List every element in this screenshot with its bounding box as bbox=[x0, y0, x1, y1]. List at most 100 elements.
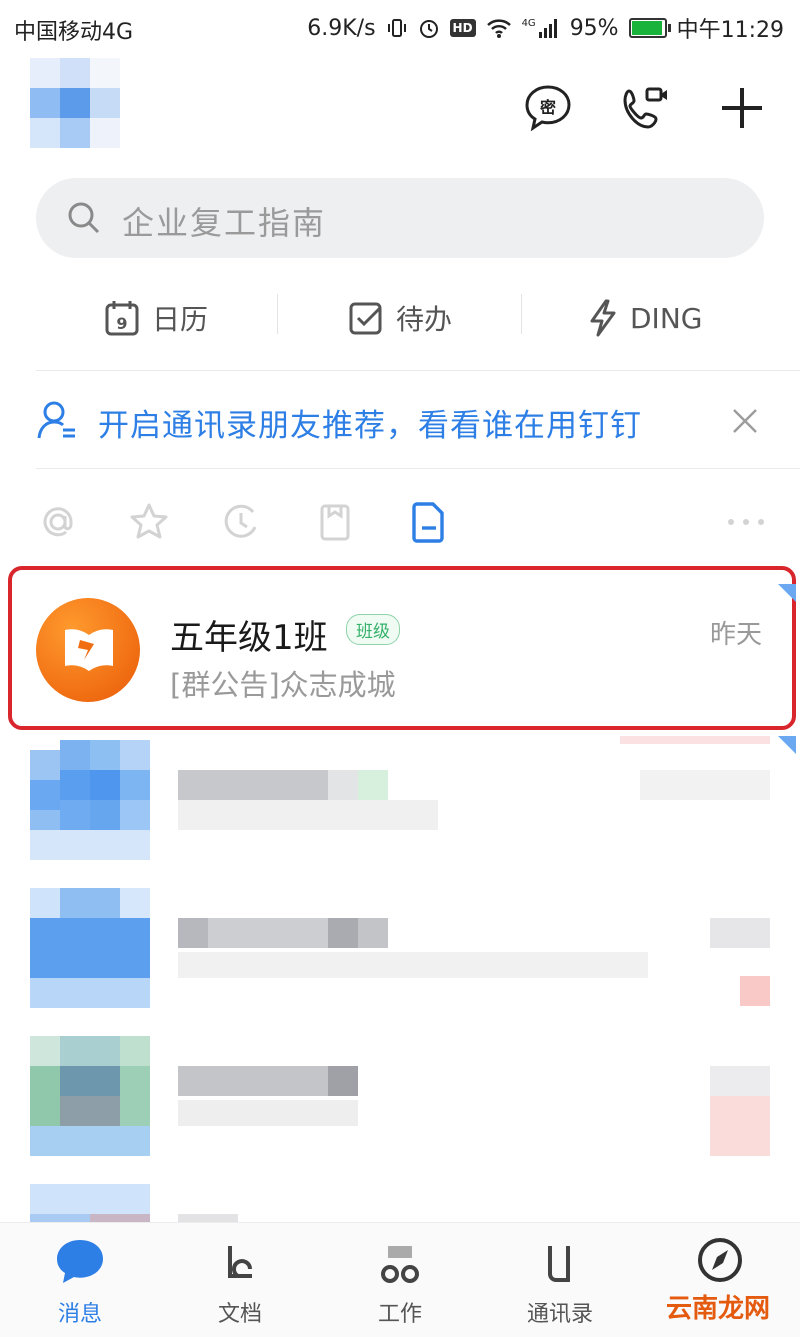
divider bbox=[521, 294, 522, 334]
tab-documents[interactable]: 文档 bbox=[180, 1236, 300, 1332]
mosaic-pixel bbox=[30, 1066, 60, 1126]
mosaic-pixel bbox=[120, 800, 150, 830]
network-type: 4G bbox=[521, 18, 536, 29]
mosaic-pixel bbox=[90, 770, 120, 800]
tab-work[interactable]: 工作 bbox=[340, 1236, 460, 1332]
avatar-pixel bbox=[90, 118, 120, 148]
clock: 中午11:29 bbox=[676, 18, 784, 43]
mosaic-pixel bbox=[710, 1096, 770, 1156]
conversation-title: 五年级1班 bbox=[170, 618, 328, 658]
mosaic-pixel bbox=[30, 978, 150, 1008]
mosaic-pixel bbox=[60, 888, 120, 918]
conversation-row[interactable] bbox=[0, 1036, 800, 1156]
mosaic-pixel bbox=[328, 1066, 358, 1096]
class-badge: 班级 bbox=[346, 614, 400, 645]
mosaic-pixel bbox=[358, 770, 388, 800]
mosaic-pixel bbox=[328, 770, 358, 800]
mosaic-pixel bbox=[30, 830, 150, 860]
mosaic-pixel bbox=[740, 976, 770, 1006]
mosaic-pixel bbox=[120, 740, 150, 770]
mosaic-pixel bbox=[328, 918, 358, 948]
tab-label: 消息 bbox=[57, 1302, 102, 1327]
avatar-pixel bbox=[60, 118, 90, 148]
mosaic-pixel bbox=[120, 1066, 150, 1126]
avatar-pixel bbox=[60, 88, 90, 118]
mosaic-pixel bbox=[30, 780, 60, 810]
mosaic-pixel bbox=[178, 800, 438, 830]
tab-label: 通讯录 bbox=[526, 1302, 593, 1327]
mosaic-pixel bbox=[90, 800, 120, 830]
mosaic-pixel bbox=[120, 888, 150, 918]
conversation-row[interactable] bbox=[0, 888, 800, 1008]
my-avatar[interactable] bbox=[30, 58, 120, 148]
search-bar[interactable]: 企业复工指南 bbox=[36, 178, 764, 258]
more-icon[interactable] bbox=[724, 500, 768, 544]
contacts-icon bbox=[548, 1246, 570, 1282]
mosaic-pixel bbox=[30, 1184, 150, 1214]
avatar-pixel bbox=[90, 88, 120, 118]
mosaic-pixel bbox=[620, 736, 770, 744]
tab-contacts[interactable]: 通讯录 bbox=[500, 1236, 620, 1332]
wifi-icon bbox=[486, 19, 511, 38]
tab-label: 工作 bbox=[377, 1302, 422, 1327]
mosaic-pixel bbox=[60, 1036, 120, 1066]
mosaic-pixel bbox=[178, 952, 648, 978]
mosaic-pixel bbox=[710, 918, 770, 948]
mosaic-pixel bbox=[208, 918, 328, 948]
todo-label: 待办 bbox=[396, 303, 453, 336]
mosaic-pixel bbox=[30, 1126, 150, 1156]
divider bbox=[36, 468, 800, 469]
plus-icon[interactable] bbox=[716, 82, 768, 134]
mosaic-pixel bbox=[30, 888, 60, 918]
group-avatar bbox=[36, 598, 140, 702]
battery-icon bbox=[628, 18, 671, 38]
document-icon[interactable] bbox=[407, 500, 451, 544]
bookmark-icon[interactable] bbox=[313, 500, 357, 544]
pin-corner bbox=[778, 584, 796, 602]
mosaic-pixel bbox=[30, 918, 150, 978]
mosaic-pixel bbox=[30, 750, 60, 780]
divider bbox=[36, 370, 800, 371]
tab-messages[interactable]: 消息 bbox=[20, 1236, 140, 1332]
quick-ding[interactable]: DING bbox=[588, 288, 702, 348]
star-icon[interactable] bbox=[127, 500, 171, 544]
carrier-name: 中国移动4G bbox=[14, 20, 134, 45]
mosaic-pixel bbox=[60, 800, 90, 830]
document-tab-icon bbox=[228, 1246, 252, 1278]
book-icon bbox=[65, 629, 113, 671]
work-icon bbox=[381, 1246, 419, 1283]
battery-percent: 95% bbox=[569, 15, 619, 41]
mosaic-pixel bbox=[178, 1100, 358, 1126]
calendar-label: 日历 bbox=[152, 303, 209, 336]
watermark: 云南龙网 bbox=[666, 1294, 771, 1324]
mosaic-pixel bbox=[90, 740, 120, 770]
mosaic-pixel bbox=[60, 740, 90, 770]
search-placeholder: 企业复工指南 bbox=[122, 204, 327, 242]
avatar-pixel bbox=[90, 58, 120, 88]
avatar-pixel bbox=[30, 88, 60, 118]
svg-text:密: 密 bbox=[539, 98, 556, 117]
mosaic-pixel bbox=[60, 1066, 120, 1096]
vibrate-icon bbox=[387, 19, 406, 37]
close-icon[interactable] bbox=[730, 406, 760, 440]
video-call-icon[interactable] bbox=[618, 82, 670, 134]
compass-icon bbox=[698, 1238, 742, 1282]
conversation-row[interactable] bbox=[0, 736, 800, 860]
hd-badge: HD bbox=[449, 19, 476, 37]
mosaic-pixel bbox=[358, 918, 388, 948]
quick-todo[interactable]: 待办 bbox=[348, 288, 452, 348]
signal-icon bbox=[538, 19, 557, 38]
recent-icon[interactable] bbox=[219, 500, 263, 544]
status-bar: 中国移动4G 6.9K/s HD 4G 95% 中午11:29 bbox=[0, 0, 800, 56]
conversation-preview: [群公告]众志成城 bbox=[170, 668, 396, 702]
todo-check-icon bbox=[349, 302, 382, 335]
secret-chat-icon[interactable]: 密 bbox=[522, 82, 574, 134]
at-icon[interactable] bbox=[36, 500, 80, 544]
avatar-pixel bbox=[60, 58, 90, 88]
status-right: 6.9K/s HD 4G 95% 中午11:29 bbox=[307, 12, 784, 44]
calendar-icon: 9 bbox=[105, 301, 139, 336]
mosaic-pixel bbox=[60, 1096, 120, 1126]
quick-calendar[interactable]: 9 日历 bbox=[104, 288, 208, 348]
contact-recommend-banner[interactable]: 开启通讯录朋友推荐，看看谁在用钉钉 bbox=[98, 400, 642, 445]
search-icon bbox=[68, 202, 100, 234]
